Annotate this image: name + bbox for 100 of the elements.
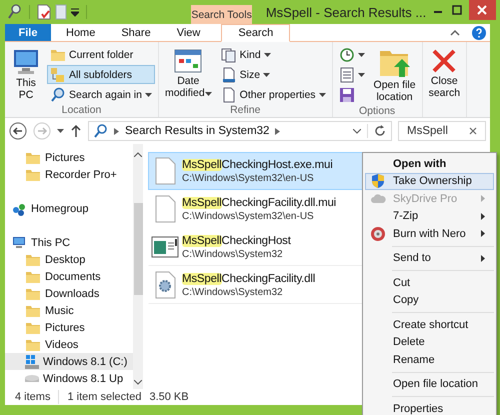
ribbon-button[interactable]: All subfolders [47, 65, 155, 84]
application-icon [151, 234, 179, 260]
menu-item[interactable]: Properties [365, 400, 494, 415]
submenu-arrow-icon [481, 230, 485, 238]
disc-icon [370, 226, 386, 242]
customize-icon[interactable] [70, 7, 79, 17]
caret-icon [144, 92, 152, 96]
close-icon [430, 47, 458, 75]
search-field[interactable]: MsSpell [398, 121, 486, 141]
help-icon[interactable] [472, 26, 486, 40]
page-icon [220, 86, 237, 102]
caret-icon [264, 52, 271, 56]
calendar-icon [173, 47, 204, 75]
breadcrumb[interactable]: Search Results in System32 [125, 125, 270, 137]
file-menu-button[interactable]: File [5, 24, 51, 41]
up-icon[interactable] [70, 124, 82, 138]
document-icon [153, 195, 177, 223]
group-label: Options [358, 105, 396, 117]
caret-icon [204, 92, 212, 96]
nav-item[interactable]: Videos [5, 336, 133, 353]
subfolders-icon [50, 66, 66, 82]
collapse-icon[interactable] [450, 28, 460, 36]
nav-item[interactable]: Pictures [5, 149, 133, 166]
menu-item[interactable]: 7-Zip [365, 208, 494, 225]
maximize-icon [452, 5, 462, 15]
ribbon-button[interactable]: Date modified [162, 45, 215, 104]
nav-item[interactable]: Downloads [5, 285, 133, 302]
file-path: C:\Windows\System32\en-US [182, 172, 315, 184]
ribbon-tab[interactable]: Home [55, 24, 106, 41]
clear-icon[interactable] [469, 127, 477, 135]
list-icon [338, 66, 355, 82]
documents-icon [220, 46, 237, 62]
chevron-icon [114, 128, 119, 134]
menu-item[interactable]: Rename [365, 351, 494, 368]
clock-icon [338, 46, 355, 62]
file-name: MsSpellCheckingFacility.dll.mui [182, 196, 336, 208]
nav-item[interactable]: Homegroup [5, 200, 133, 217]
ribbon-button[interactable]: Size [218, 65, 329, 84]
caret-icon[interactable] [57, 129, 64, 133]
ribbon-button[interactable]: Other properties [218, 85, 329, 104]
drive-icon [25, 354, 39, 368]
caret-icon [358, 52, 365, 56]
caret-icon [318, 92, 326, 96]
ribbon-tab[interactable]: View [166, 24, 212, 41]
computer-icon [11, 234, 27, 250]
submenu-arrow-icon [481, 195, 485, 202]
submenu-arrow-icon [481, 254, 485, 262]
back-icon[interactable] [9, 122, 27, 140]
caret-icon[interactable] [353, 128, 361, 134]
search-icon [50, 86, 66, 102]
scrollbar[interactable] [133, 144, 143, 389]
window-title: MsSpell - Search Results ... [266, 4, 426, 20]
nav-item[interactable]: Recorder Pro+ [5, 166, 133, 183]
ribbon-button[interactable]: Kind [218, 45, 329, 64]
shield-icon [370, 173, 386, 190]
computer-icon [11, 47, 41, 77]
ribbon-button[interactable]: Open file location [370, 45, 419, 105]
nav-item[interactable]: Pictures [5, 319, 133, 336]
document-icon [153, 157, 177, 185]
nav-item[interactable]: Desktop [5, 251, 133, 268]
ribbon-button[interactable]: Current folder [47, 45, 155, 64]
file-name: MsSpellCheckingFacility.dll [182, 272, 316, 284]
file-path: C:\Windows\System32\en-US [182, 210, 315, 222]
magnifier-icon[interactable] [8, 4, 22, 20]
ribbon-tab[interactable]: Share [110, 24, 162, 41]
address-field[interactable]: Search Results in System32 [88, 121, 392, 141]
nav-item[interactable]: Music [5, 302, 133, 319]
menu-item[interactable]: Delete [365, 334, 494, 351]
page-icon [220, 66, 237, 82]
nav-item[interactable]: This PC [5, 234, 133, 251]
menu-item[interactable]: Open file location [365, 376, 494, 393]
drive-icon [25, 375, 39, 382]
nav-item[interactable]: Windows 8.1 (C:) [5, 353, 133, 370]
scroll-down-icon[interactable] [134, 380, 142, 385]
document-icon[interactable] [36, 4, 51, 20]
file-name: MsSpellCheckingHost.exe.mui [182, 158, 333, 170]
ribbon-button[interactable]: Close search [426, 45, 464, 116]
menu-item[interactable]: Take Ownership [365, 172, 494, 190]
nav-item[interactable]: Documents [5, 268, 133, 285]
scroll-up-icon[interactable] [134, 152, 142, 157]
file-path: C:\Windows\System32 [182, 286, 284, 298]
search-icon [94, 124, 108, 138]
ribbon-button[interactable]: This PC [8, 45, 44, 104]
selection-count: 1 item selected [67, 391, 142, 403]
menu-item[interactable]: Create shortcut [365, 316, 494, 334]
refresh-icon[interactable] [374, 125, 386, 137]
file-name: MsSpellCheckingHost [182, 234, 291, 246]
group-label: Location [60, 104, 102, 116]
submenu-arrow-icon [481, 212, 485, 220]
item-count: 4 items [15, 391, 50, 403]
selection-size: 3.50 KB [149, 391, 189, 403]
ribbon-button[interactable]: Search again in [47, 85, 155, 104]
scroll-thumb[interactable] [134, 203, 142, 295]
group-label: Refine [229, 104, 262, 116]
ribbon-tab[interactable]: Search [221, 24, 290, 42]
save-icon [338, 86, 355, 102]
close-button[interactable] [468, 0, 496, 20]
gear-document-icon [153, 271, 177, 299]
caret-icon [358, 72, 365, 76]
nav-item[interactable]: Windows 8.1 Up [5, 370, 133, 387]
